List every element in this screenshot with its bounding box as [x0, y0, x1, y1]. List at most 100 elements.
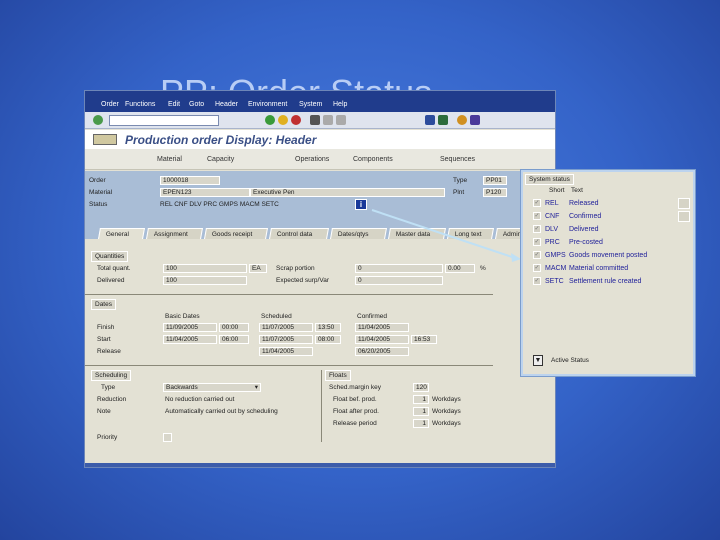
help-icon[interactable] [457, 115, 467, 125]
total-quantity-field[interactable]: 100 [163, 264, 247, 273]
workdays-unit: Workdays [432, 420, 461, 427]
checkbox: ✓ [533, 264, 541, 272]
note-value: Automatically carried out by scheduling [165, 408, 278, 415]
operations-button[interactable]: Operations [295, 156, 329, 163]
page-title: Production order Display: Header [125, 133, 317, 147]
tab-assignment[interactable]: Assignment [146, 228, 203, 239]
checkbox: ✓ [533, 212, 541, 220]
basic-start-time[interactable]: 06:00 [219, 335, 249, 344]
tab-goods-receipt[interactable]: Goods receipt [204, 228, 268, 239]
delivered-label: Delivered [97, 277, 125, 284]
display-change-icon[interactable] [93, 134, 117, 145]
basic-start-date[interactable]: 11/04/2005 [163, 335, 217, 344]
expected-surplus-label: Expected surp/Var [276, 277, 329, 284]
confirmed-header: Confirmed [357, 313, 387, 320]
basic-finish-date[interactable]: 11/09/2005 [163, 323, 217, 332]
scheduled-start-date: 11/07/2005 [259, 335, 313, 344]
scroll-down-icon[interactable] [678, 211, 690, 222]
tab-control-data[interactable]: Control data [269, 228, 329, 239]
plant-label: Plnt [453, 189, 465, 196]
status-label: Status [89, 201, 108, 208]
short-header: Short [549, 187, 565, 194]
menu-help[interactable]: Help [333, 101, 347, 108]
material-label: Material [89, 189, 113, 196]
sequences-button[interactable]: Sequences [440, 156, 475, 163]
shortcut-icon[interactable] [438, 115, 448, 125]
menu-functions[interactable]: Functions [125, 101, 155, 108]
status-row[interactable]: ✓ DLV Delivered [533, 225, 599, 235]
workdays-unit: Workdays [432, 396, 461, 403]
status-row[interactable]: ✓ REL Released [533, 199, 599, 209]
dropdown-icon: ▾ [254, 384, 258, 391]
scrap-portion-field[interactable]: 0 [355, 264, 443, 273]
scrap-portion-label: Scrap portion [276, 265, 315, 272]
active-status-button[interactable]: Active Status [551, 357, 589, 364]
layout-icon[interactable] [470, 115, 480, 125]
exit-icon[interactable] [278, 115, 288, 125]
expected-surplus-field: 0 [355, 276, 443, 285]
application-toolbar: Material Capacity Operations Components … [85, 149, 555, 170]
basic-dates-header: Basic Dates [165, 313, 200, 320]
divider [85, 365, 493, 366]
checkbox: ✓ [533, 251, 541, 259]
scheduled-start-time: 08:00 [315, 335, 341, 344]
confirmed-start-date: 11/04/2005 [355, 335, 409, 344]
menu-header[interactable]: Header [215, 101, 238, 108]
float-after-field: 1 [413, 407, 429, 416]
enter-icon[interactable] [93, 115, 103, 125]
scroll-up-icon[interactable] [678, 198, 690, 209]
release-label: Release [97, 348, 121, 355]
sched-margin-label: Sched.margin key [329, 384, 382, 391]
delivered-field: 100 [163, 276, 247, 285]
find-next-icon[interactable] [336, 115, 346, 125]
status-row[interactable]: ✓ SETC Settlement rule created [533, 277, 641, 287]
dates-group-title: Dates [91, 299, 116, 310]
plant-field: P120 [483, 188, 507, 197]
order-field[interactable]: 1000018 [160, 176, 220, 185]
material-button[interactable]: Material [157, 156, 182, 163]
system-status-group-title: System status [525, 174, 574, 185]
menu-system[interactable]: System [299, 101, 322, 108]
status-row[interactable]: ✓ MACM Material committed [533, 264, 628, 274]
status-row[interactable]: ✓ CNF Confirmed [533, 212, 601, 222]
order-header: Order 1000018 Material EPEN123 Executive… [85, 171, 555, 226]
percent-sign: % [480, 265, 486, 272]
start-label: Start [97, 336, 111, 343]
scrap-percent-field[interactable]: 0.00 [445, 264, 475, 273]
command-field[interactable] [109, 115, 219, 126]
status-row[interactable]: ✓ PRC Pre-costed [533, 238, 603, 248]
print-icon[interactable] [310, 115, 320, 125]
filter-icon[interactable]: ▼ [533, 355, 543, 366]
find-icon[interactable] [323, 115, 333, 125]
menu-goto[interactable]: Goto [189, 101, 204, 108]
priority-field[interactable] [163, 433, 172, 442]
basic-finish-time[interactable]: 00:00 [219, 323, 249, 332]
material-field[interactable]: EPEN123 [160, 188, 250, 197]
checkbox: ✓ [533, 199, 541, 207]
tab-long-text[interactable]: Long text [447, 228, 494, 239]
type-field: PP01 [483, 176, 507, 185]
new-session-icon[interactable] [425, 115, 435, 125]
status-value: REL CNF DLV PRC GMPS MACM SETC [160, 201, 279, 208]
checkbox: ✓ [533, 277, 541, 285]
tab-general[interactable]: General [98, 228, 145, 239]
cancel-icon[interactable] [291, 115, 301, 125]
menu-environment[interactable]: Environment [248, 101, 287, 108]
status-row[interactable]: ✓ GMPS Goods movement posted [533, 251, 647, 261]
quantities-group-title: Quantities [91, 251, 129, 262]
note-label: Note [97, 408, 111, 415]
tab-dates-qtys[interactable]: Dates/qtys [330, 228, 387, 239]
divider [321, 370, 322, 442]
capacity-button[interactable]: Capacity [207, 156, 234, 163]
components-button[interactable]: Components [353, 156, 393, 163]
scheduling-type-dropdown[interactable]: Backwards ▾ [163, 383, 261, 392]
workdays-unit: Workdays [432, 408, 461, 415]
confirmed-release-date: 06/20/2005 [355, 347, 409, 356]
scheduled-release-date: 11/04/2005 [259, 347, 313, 356]
back-icon[interactable] [265, 115, 275, 125]
status-info-icon[interactable]: i [355, 199, 367, 210]
sched-margin-field[interactable]: 120 [413, 383, 429, 392]
menu-edit[interactable]: Edit [168, 101, 180, 108]
tab-master-data[interactable]: Master data [388, 228, 446, 239]
menu-order[interactable]: Order [101, 101, 119, 108]
